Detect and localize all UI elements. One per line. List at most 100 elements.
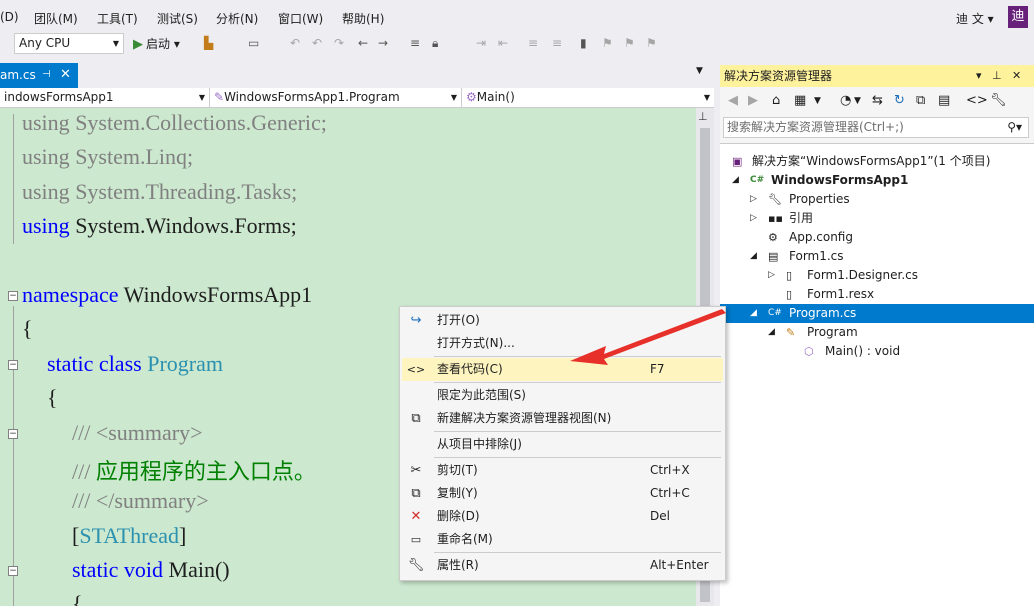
tree-node-app-config[interactable]: ⚙ App.config — [720, 228, 1034, 247]
tree-node-form1-resx[interactable]: ▯ Form1.resx — [720, 285, 1034, 304]
tree-node-properties[interactable]: ▷ 🔧︎ Properties — [720, 190, 1034, 209]
menu-item-test[interactable]: 测试(S) — [157, 10, 198, 27]
outdent-icon[interactable]: ⇤ — [498, 36, 508, 50]
avatar[interactable]: 迪 — [1008, 6, 1028, 28]
outline-guide — [13, 440, 14, 606]
bookmark-clear-icon[interactable]: ⚑ — [646, 36, 657, 50]
menu-item-help[interactable]: 帮助(H) — [342, 10, 384, 27]
solution-platform-select[interactable]: Any CPU ▼ — [14, 33, 124, 54]
collapse-toggle-icon[interactable]: − — [8, 360, 18, 370]
menu-bar: (D) 团队(M) 工具(T) 测试(S) 分析(N) 窗口(W) 帮助(H) … — [0, 0, 1034, 32]
bookmark-next2-icon[interactable]: ⚑ — [624, 36, 635, 50]
tab-label: am.cs — [0, 68, 36, 82]
collapsed-arrow-icon[interactable]: ▷ — [750, 209, 757, 228]
tree-node-project[interactable]: ◢ C# WindowsFormsApp1 — [720, 171, 1034, 190]
chevron-down-icon: ▼ — [450, 93, 457, 102]
tree-node-solution[interactable]: ▣ 解决方案“WindowsFormsApp1”(1 个项目) — [720, 152, 1034, 171]
user-account-menu[interactable]: 迪 文 ▾ — [956, 10, 994, 27]
bookmark-icon[interactable]: ↶ — [290, 36, 300, 50]
menu-separator — [434, 552, 721, 553]
refresh-icon[interactable]: ↻ — [894, 93, 905, 108]
menu-item-exclude-from-project[interactable]: 从项目中排除(J) — [402, 433, 723, 456]
collapsed-arrow-icon[interactable]: ▷ — [750, 190, 757, 209]
tab-list-dropdown-icon[interactable]: ▼ — [696, 66, 703, 76]
menu-item-scope-to-this[interactable]: 限定为此范围(S) — [402, 384, 723, 407]
method-icon: ⬡ — [804, 345, 814, 358]
bookmark-prev2-icon[interactable]: ⚑ — [602, 36, 613, 50]
window-position-icon[interactable]: ▾ — [976, 65, 982, 87]
solution-explorer-search-input[interactable]: 搜索解决方案资源管理器(Ctrl+;) ⚲▾ — [723, 117, 1029, 138]
bookmark-next-icon[interactable]: ↷ — [334, 36, 344, 50]
menu-item-analyze[interactable]: 分析(N) — [216, 10, 258, 27]
chevron-down-icon[interactable]: ▼ — [814, 96, 821, 106]
menu-item-d[interactable]: (D) — [0, 10, 19, 24]
collapse-toggle-icon[interactable]: − — [8, 429, 18, 439]
browse-icon[interactable]: ▙ — [204, 36, 213, 50]
sync-icon[interactable]: ⇆ — [872, 93, 883, 108]
align-icon[interactable]: ≡ — [410, 36, 420, 50]
home-icon[interactable]: ⌂ — [772, 93, 780, 108]
menu-item-team[interactable]: 团队(M) — [34, 10, 78, 27]
resource-file-icon: ▯ — [786, 288, 793, 301]
show-all-files-icon[interactable]: ▤ — [938, 93, 950, 108]
project-dropdown[interactable]: indowsFormsApp1 ▼ — [0, 88, 210, 108]
close-icon[interactable]: ✕ — [60, 63, 71, 87]
bookmark-toggle-icon[interactable]: ▮ — [580, 36, 587, 50]
tab-program-cs[interactable]: am.cs ⊣ ✕ — [0, 63, 78, 88]
split-handle-icon[interactable]: ⊥ — [698, 110, 708, 123]
back-icon[interactable]: ◀ — [728, 93, 738, 108]
tree-node-program-class[interactable]: ◢ ✎ Program — [720, 323, 1034, 342]
member-dropdown[interactable]: ⚙Main() ▼ — [464, 88, 714, 108]
start-debugging-button[interactable]: ▶ 启动 ▾ — [133, 35, 180, 53]
code-line: namespace WindowsFormsApp1 — [22, 282, 313, 307]
navigate-back-icon[interactable]: ← — [358, 36, 368, 50]
code-line: using System.Threading.Tasks; — [22, 179, 298, 204]
chevron-down-icon[interactable]: ▼ — [854, 96, 861, 106]
collapse-toggle-icon[interactable]: − — [8, 291, 18, 301]
context-menu: ↪ 打开(O) 打开方式(N)... <> 查看代码(C) F7 限定为此范围(… — [399, 306, 726, 581]
member-value: Main() — [476, 90, 515, 104]
pin-icon[interactable]: ⊣ — [42, 63, 51, 87]
pending-changes-icon[interactable]: ◔ — [840, 93, 851, 108]
menu-item-new-explorer-view[interactable]: ⧉ 新建解决方案资源管理器视图(N) — [402, 407, 723, 430]
navigate-forward-icon[interactable]: → — [378, 36, 388, 50]
menu-item-copy[interactable]: ⧉ 复制(Y) Ctrl+C — [402, 482, 723, 505]
tree-node-main-method[interactable]: ⬡ Main() : void — [720, 342, 1034, 361]
close-icon[interactable]: ✕ — [1012, 65, 1021, 87]
menu-item-open[interactable]: ↪ 打开(O) — [402, 309, 723, 332]
solution-explorer-panel: 解决方案资源管理器 ▾ ⊥ ✕ ◀ ▶ ⌂ ▦ ▼ ◔ ▼ ⇆ ↻ ⧉ ▤ <>… — [720, 65, 1034, 606]
menu-item-tools[interactable]: 工具(T) — [97, 10, 138, 27]
comment-icon[interactable]: ≡ — [528, 36, 538, 50]
tree-node-form1[interactable]: ◢ ▤ Form1.cs — [720, 247, 1034, 266]
pin-icon[interactable]: ⊥ — [992, 65, 1002, 87]
lock-icon[interactable]: 🔒︎ — [432, 36, 438, 51]
bookmark-prev-icon[interactable]: ↶ — [312, 36, 322, 50]
menu-item-rename[interactable]: ▭ 重命名(M) — [402, 528, 723, 551]
expanded-arrow-icon[interactable]: ◢ — [750, 304, 757, 323]
expanded-arrow-icon[interactable]: ◢ — [732, 171, 739, 190]
menu-item-cut[interactable]: ✂ 剪切(T) Ctrl+X — [402, 459, 723, 482]
menu-item-properties[interactable]: 🔧︎ 属性(R) Alt+Enter — [402, 554, 723, 577]
uncomment-icon[interactable]: ≡ — [552, 36, 562, 50]
expanded-arrow-icon[interactable]: ◢ — [750, 247, 757, 266]
menu-item-view-code[interactable]: <> 查看代码(C) F7 — [402, 358, 723, 381]
expanded-arrow-icon[interactable]: ◢ — [768, 323, 775, 342]
menu-item-delete[interactable]: ✕ 删除(D) Del — [402, 505, 723, 528]
indent-icon[interactable]: ⇥ — [476, 36, 486, 50]
menu-item-open-with[interactable]: 打开方式(N)... — [402, 332, 723, 355]
search-icon[interactable]: ⚲▾ — [1007, 118, 1022, 137]
tree-node-program-cs[interactable]: ◢ C# Program.cs — [720, 304, 1034, 323]
view-code-icon[interactable]: <> — [966, 93, 988, 108]
csharp-file-icon: C# — [768, 308, 782, 318]
forward-icon[interactable]: ▶ — [748, 93, 758, 108]
tree-node-form1-designer[interactable]: ▷ ▯ Form1.Designer.cs — [720, 266, 1034, 285]
switch-views-icon[interactable]: ▦ — [794, 93, 806, 108]
collapsed-arrow-icon[interactable]: ▷ — [768, 266, 775, 285]
step-icon[interactable]: ▭ — [248, 36, 259, 50]
tree-node-references[interactable]: ▷ ▪▪ 引用 — [720, 209, 1034, 228]
properties-icon[interactable]: 🔧︎ — [990, 93, 1007, 108]
menu-item-window[interactable]: 窗口(W) — [278, 10, 323, 27]
collapse-all-icon[interactable]: ⧉ — [916, 93, 925, 108]
collapse-toggle-icon[interactable]: − — [8, 566, 18, 576]
class-dropdown[interactable]: ✎WindowsFormsApp1.Program ▼ — [212, 88, 462, 108]
